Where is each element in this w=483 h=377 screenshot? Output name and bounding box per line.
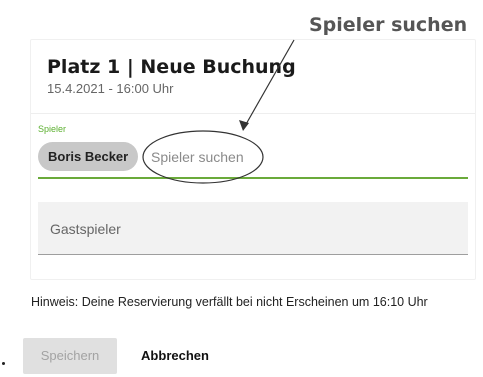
reservation-hint: Hinweis: Deine Reservierung verfällt bei… (31, 295, 428, 309)
player-chip[interactable]: Boris Becker (38, 142, 139, 171)
guest-player-field (38, 202, 468, 255)
cancel-button[interactable]: Abbrechen (130, 338, 220, 374)
player-search-input[interactable] (148, 144, 351, 170)
guest-player-input[interactable] (50, 216, 450, 242)
divider (31, 113, 475, 114)
bullet-mark (2, 362, 5, 365)
save-button[interactable]: Speichern (23, 338, 117, 374)
booking-datetime: 15.4.2021 - 16:00 Uhr (47, 81, 174, 96)
player-field-label: Spieler (38, 124, 67, 134)
page-title: Platz 1 | Neue Buchung (47, 56, 296, 78)
player-field-underline (38, 177, 468, 179)
player-field: Spieler Boris Becker (38, 116, 468, 179)
